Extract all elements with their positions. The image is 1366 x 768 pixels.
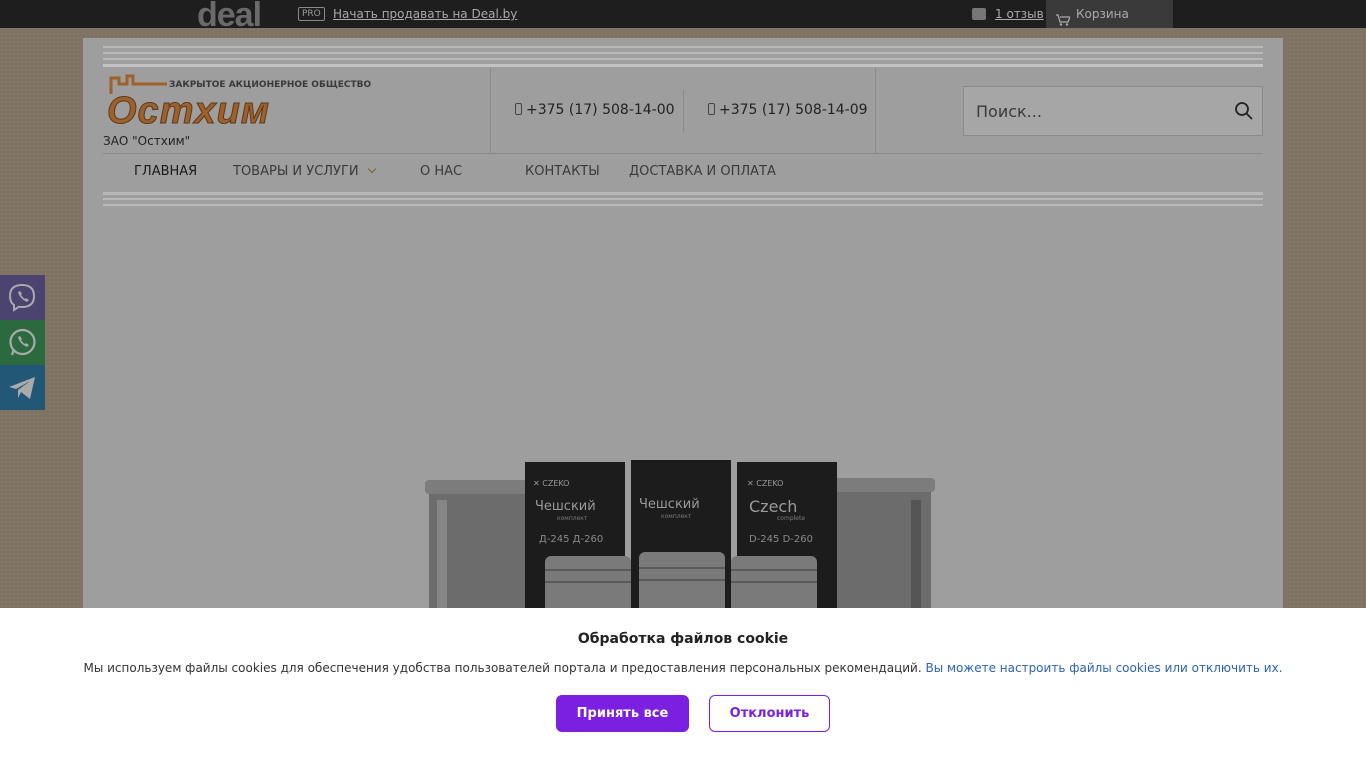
phone-2-number: +375 (17) 508-14-09 <box>719 102 868 118</box>
search-box <box>963 86 1263 136</box>
deal-logo[interactable]: deal <box>197 0 262 35</box>
decor-stripe <box>103 64 1263 67</box>
box-3-sub: complete <box>777 515 805 522</box>
nav-item-contacts[interactable]: КОНТАКТЫ <box>525 164 600 179</box>
telegram-icon <box>9 377 35 399</box>
cookie-text: Мы используем файлы cookies для обеспече… <box>0 661 1366 675</box>
phone-2[interactable]: +375 (17) 508-14-09 <box>708 102 868 118</box>
header-divider <box>875 68 876 154</box>
logo-subtitle: ЗАКРЫТОЕ АКЦИОНЕРНОЕ ОБЩЕСТВО <box>169 80 372 90</box>
mobile-phone-icon <box>708 103 715 115</box>
nav-item-delivery[interactable]: ДОСТАВКА И ОПЛАТА <box>629 164 776 179</box>
decor-stripe <box>103 198 1263 200</box>
box-2-name: Чешский <box>639 497 700 512</box>
nav-item-about[interactable]: О НАС <box>420 164 462 179</box>
box-1-name: Чешский <box>535 499 596 514</box>
nav-item-products-label: ТОВАРЫ И УСЛУГИ <box>233 164 359 179</box>
start-selling-link[interactable]: Начать продавать на Deal.by <box>333 7 517 21</box>
svg-text:✕ CZEKO: ✕ CZEKO <box>747 479 783 488</box>
viber-button[interactable] <box>0 275 45 320</box>
decor-stripe <box>103 46 1263 48</box>
comment-icon <box>972 8 986 20</box>
mobile-phone-icon <box>515 103 522 115</box>
svg-text:✕ CZEKO: ✕ CZEKO <box>533 479 569 488</box>
phone-1-number: +375 (17) 508-14-00 <box>526 102 675 118</box>
search-input[interactable] <box>964 87 1224 135</box>
box-3-name: Czech <box>749 497 797 516</box>
nav-item-home[interactable]: ГЛАВНАЯ <box>134 164 197 179</box>
decor-stripe <box>103 52 1263 54</box>
accept-all-button[interactable]: Принять все <box>556 695 689 732</box>
cart-button[interactable]: Корзина <box>1046 0 1173 28</box>
chevron-down-icon <box>367 164 376 174</box>
box-1-models: Д-245 Д-260 <box>539 534 603 545</box>
decor-stripe <box>103 192 1263 195</box>
decor-stripe <box>103 204 1263 206</box>
company-logo[interactable]: ЗАКРЫТОЕ АКЦИОНЕРНОЕ ОБЩЕСТВО Остхим <box>103 74 371 133</box>
box-3-models: D-245 D-260 <box>749 534 813 545</box>
phone-divider <box>683 90 684 132</box>
cart-label: Корзина <box>1076 7 1129 21</box>
nav-item-products[interactable]: ТОВАРЫ И УСЛУГИ <box>233 164 376 179</box>
whatsapp-icon <box>9 328 36 356</box>
box-3-brand: CZEKO <box>756 479 783 488</box>
telegram-button[interactable] <box>0 365 45 410</box>
cart-icon <box>1056 8 1071 36</box>
cookie-banner: Обработка файлов cookie Мы используем фа… <box>0 608 1366 768</box>
pro-badge: PRO <box>298 7 325 21</box>
header-separator <box>103 153 1263 154</box>
box-1-sub: комплект <box>557 515 588 522</box>
cookie-title: Обработка файлов cookie <box>577 631 789 647</box>
phone-1[interactable]: +375 (17) 508-14-00 <box>515 102 675 118</box>
box-2-sub: комплект <box>661 513 692 520</box>
search-icon[interactable] <box>1234 101 1254 121</box>
cookie-description: Мы используем файлы cookies для обеспече… <box>83 661 922 675</box>
header-divider <box>490 68 491 154</box>
cookie-settings-link[interactable]: Вы можете настроить файлы cookies или от… <box>925 661 1282 675</box>
decor-stripe <box>103 58 1263 60</box>
deal-topbar: deal PRO Начать продавать на Deal.by 1 о… <box>0 0 1366 34</box>
company-name: ЗАО "Остхим" <box>103 134 191 148</box>
whatsapp-button[interactable] <box>0 320 45 365</box>
decline-button[interactable]: Отклонить <box>709 695 830 732</box>
reviews-link[interactable]: 1 отзыв <box>995 7 1044 21</box>
viber-icon <box>8 283 36 312</box>
logo-main-text: Остхим <box>107 90 270 133</box>
box-1-brand: CZEKO <box>542 479 569 488</box>
